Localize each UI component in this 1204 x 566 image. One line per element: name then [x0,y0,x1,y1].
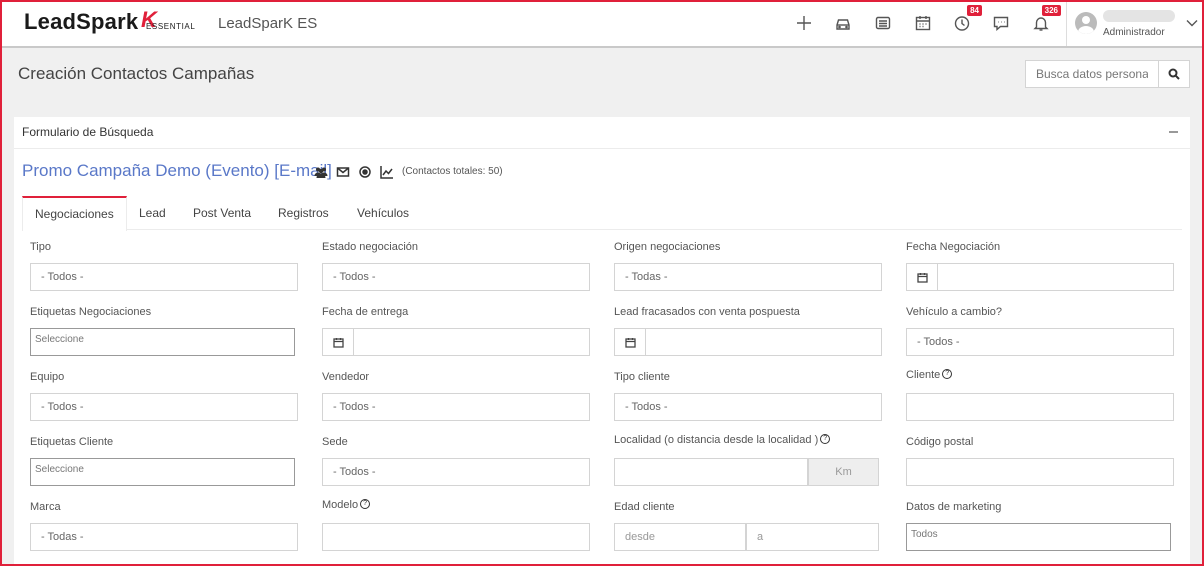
calendar-icon[interactable] [912,12,934,34]
tipo-cliente-select[interactable]: - Todos - [614,393,882,421]
help-icon[interactable]: ? [820,434,831,444]
page-title: Creación Contactos Campañas [18,64,255,83]
cliente-label: Cliente [906,369,941,381]
calendar-icon[interactable] [322,328,354,356]
codigo-postal-input[interactable] [906,458,1174,486]
search-button[interactable] [1158,60,1190,88]
marketing-select[interactable]: Todos [906,523,1171,551]
vehiculo-cambio-label: Vehículo a cambio? [906,306,1003,318]
edad-hasta-input[interactable]: a [746,523,879,551]
logo-subtitle: ESSENTIAL [146,22,196,31]
users-icon[interactable] [313,164,328,179]
campaign-title[interactable]: Promo Campaña Demo (Evento) [E-mail] [22,161,332,181]
campaign-actions: (Contactos totales: 50) [313,164,503,179]
sede-select[interactable]: - Todos - [322,458,590,486]
codigo-postal-label: Código postal [906,436,974,448]
tab-negociaciones[interactable]: Negociaciones [22,196,127,231]
tipo-label: Tipo [30,241,51,253]
etiquetas-cliente-multiselect[interactable]: Seleccione [30,458,295,486]
origen-label: Origen negociaciones [614,241,721,253]
km-addon: Km [808,458,879,486]
avatar [1075,12,1097,34]
tab-lead[interactable]: Lead [127,196,178,230]
chat-icon[interactable] [990,12,1012,34]
fecha-neg-input[interactable] [937,263,1174,291]
calendar-icon[interactable] [614,328,646,356]
tipo-cliente-label: Tipo cliente [614,371,670,383]
edad-label: Edad cliente [614,501,675,513]
target-icon[interactable] [357,164,372,179]
fecha-entrega-input[interactable] [353,328,590,356]
origen-select[interactable]: - Todas - [614,263,882,291]
localidad-label: Localidad (o distancia desde la localida… [614,434,819,446]
etiquetas-cliente-label: Etiquetas Cliente [30,436,114,448]
search-form-panel: Formulario de Búsqueda Promo Campaña Dem… [14,117,1190,566]
vendedor-select[interactable]: - Todos - [322,393,590,421]
chevron-down-icon[interactable] [1185,16,1199,30]
help-icon[interactable]: ? [942,369,953,379]
clock-icon[interactable]: 84 [951,5,982,34]
plus-icon[interactable] [793,12,815,34]
edad-desde-input[interactable]: desde [614,523,746,551]
collapse-icon[interactable] [1168,124,1180,138]
fecha-entrega-label: Fecha de entrega [322,306,409,318]
cliente-input[interactable] [906,393,1174,421]
user-menu[interactable]: Administrador [1066,0,1204,46]
fecha-neg-label: Fecha Negociación [906,241,1001,253]
lead-fracasados-input[interactable] [645,328,882,356]
marca-label: Marca [30,501,61,513]
user-role: Administrador [1103,27,1165,38]
modelo-label: Modelo [322,499,359,511]
equipo-select[interactable]: - Todos - [30,393,298,421]
estado-label: Estado negociación [322,241,419,253]
tipo-select[interactable]: - Todos - [30,263,298,291]
tab-registros[interactable]: Registros [266,196,341,230]
marketing-label: Datos de marketing [906,501,1002,513]
modelo-label-wrap: Modelo? [322,499,371,511]
calendar-icon[interactable] [906,263,938,291]
etiquetas-neg-multiselect[interactable]: Seleccione [30,328,295,356]
lead-fracasados-label: Lead fracasados con venta pospuesta [614,306,800,318]
app-name: LeadSparK ES [218,15,318,32]
logo-text: LeadSpark [24,9,139,34]
modelo-input[interactable] [322,523,590,551]
vendedor-label: Vendedor [322,371,370,383]
help-icon[interactable]: ? [360,499,371,509]
tab-post-venta[interactable]: Post Venta [181,196,263,230]
bell-icon[interactable]: 326 [1030,5,1061,34]
localidad-label-wrap: Localidad (o distancia desde la localida… [614,434,831,446]
estado-select[interactable]: - Todos - [322,263,590,291]
inbox-icon[interactable] [872,12,894,34]
vehiculo-cambio-select[interactable]: - Todos - [906,328,1174,356]
marca-select[interactable]: - Todas - [30,523,298,551]
bell-badge: 326 [1041,5,1061,16]
contacts-total: (Contactos totales: 50) [402,166,503,177]
panel-title: Formulario de Búsqueda [22,125,154,139]
user-name-redacted [1103,10,1175,22]
clock-badge: 84 [967,5,982,16]
search-icon [1168,68,1180,80]
etiquetas-neg-label: Etiquetas Negociaciones [30,306,152,318]
sede-label: Sede [322,436,348,448]
tab-vehiculos[interactable]: Vehículos [345,196,421,230]
localidad-input[interactable] [614,458,808,486]
top-bar: LeadSpark K ESSENTIAL LeadSparK ES 84 32… [0,0,1204,48]
envelope-icon[interactable] [335,164,350,179]
panel-header: Formulario de Búsqueda [14,117,1190,149]
search-input[interactable] [1025,60,1159,88]
chart-line-icon[interactable] [379,164,394,179]
tab-bar: Negociaciones Lead Post Venta Registros … [22,196,1182,231]
cliente-label-wrap: Cliente? [906,369,953,381]
car-icon[interactable] [832,12,854,34]
equipo-label: Equipo [30,371,65,383]
